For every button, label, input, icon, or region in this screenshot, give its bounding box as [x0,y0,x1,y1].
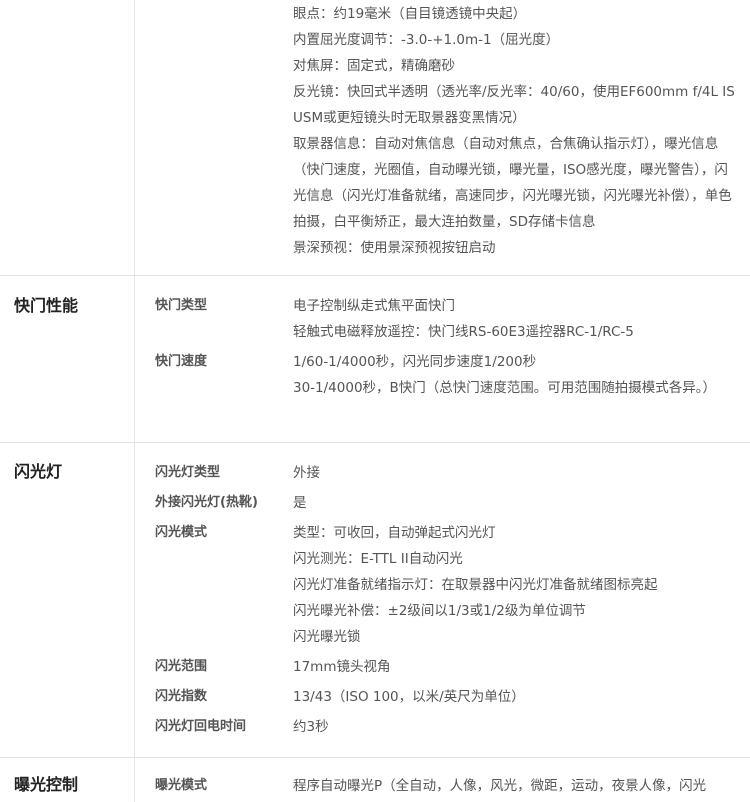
flash-range-label: 闪光范围 [155,659,208,674]
shutter-type-values: 电子控制纵走式焦平面快门 轻触式电磁释放遥控：快门线RS-60E3遥控器RC-1… [293,293,738,345]
shutter-type-label: 快门类型 [155,298,208,313]
exposure-mode-value: 程序自动曝光P（全自动，人像，风光，微距，运动，夜景人像，闪光 [293,778,707,794]
flash-hotshoe-value: 是 [293,495,307,511]
flash-recycle-value: 约3秒 [293,719,329,735]
viewfinder-eyepoint: 眼点：约19毫米（自目镜透镜中央起） [293,6,527,22]
shutter-speed-value: 30-1/4000秒，B快门（总快门速度范围。可用范围随拍摄模式各异。） [293,380,717,396]
flash-hotshoe-label: 外接闪光灯(热靴) [155,495,258,510]
exposure-mode-label: 曝光模式 [155,778,208,793]
flash-mode-values: 类型：可收回，自动弹起式闪光灯 闪光测光：E-TTL II自动闪光 闪光灯准备就… [293,520,738,650]
viewfinder-focus-screen: 对焦屏：固定式，精确磨砂 [293,58,455,74]
shutter-type-value: 轻触式电磁释放遥控：快门线RS-60E3遥控器RC-1/RC-5 [293,324,634,340]
flash-type-value: 外接 [293,465,320,481]
flash-gn-value: 13/43（ISO 100，以米/英尺为单位） [293,689,525,705]
flash-gn-label: 闪光指数 [155,689,208,704]
viewfinder-mirror: 反光镜：快回式半透明（透光率/反光率：40/60，使用EF600mm f/4L … [293,84,735,126]
viewfinder-dof-preview: 景深预视：使用景深预视按钮启动 [293,240,496,256]
flash-range-value: 17mm镜头视角 [293,659,391,675]
shutter-speed-values: 1/60-1/4000秒，闪光同步速度1/200秒 30-1/4000秒，B快门… [293,349,738,401]
viewfinder-info: 取景器信息：自动对焦信息（自动对焦点，合焦确认指示灯），曝光信息（快门速度，光圈… [293,136,732,230]
flash-recycle-label: 闪光灯回电时间 [155,719,247,734]
shutter-speed-label: 快门速度 [155,354,208,369]
shutter-type-value: 电子控制纵走式焦平面快门 [293,298,455,314]
flash-mode-label: 闪光模式 [155,525,208,540]
section-title-exposure: 曝光控制 [14,775,79,794]
section-divider [0,442,750,443]
flash-mode-value: 类型：可收回，自动弹起式闪光灯 [293,525,496,541]
viewfinder-values: 眼点：约19毫米（自目镜透镜中央起） 内置屈光度调节：-3.0-+1.0m-1（… [293,1,738,261]
section-title-flash: 闪光灯 [14,462,63,481]
flash-mode-value: 闪光灯准备就绪指示灯：在取景器中闪光灯准备就绪图标亮起 [293,577,658,593]
flash-mode-value: 闪光曝光补偿：±2级间以1/3或1/2级为单位调节 [293,603,586,619]
shutter-speed-value: 1/60-1/4000秒，闪光同步速度1/200秒 [293,354,537,370]
section-title-shutter: 快门性能 [14,296,79,315]
viewfinder-diopter: 内置屈光度调节：-3.0-+1.0m-1（屈光度） [293,32,560,48]
column-divider [134,0,135,802]
section-divider [0,275,750,276]
section-divider [0,757,750,758]
flash-mode-value: 闪光曝光锁 [293,629,361,645]
flash-type-label: 闪光灯类型 [155,465,221,480]
flash-mode-value: 闪光测光：E-TTL II自动闪光 [293,551,463,567]
